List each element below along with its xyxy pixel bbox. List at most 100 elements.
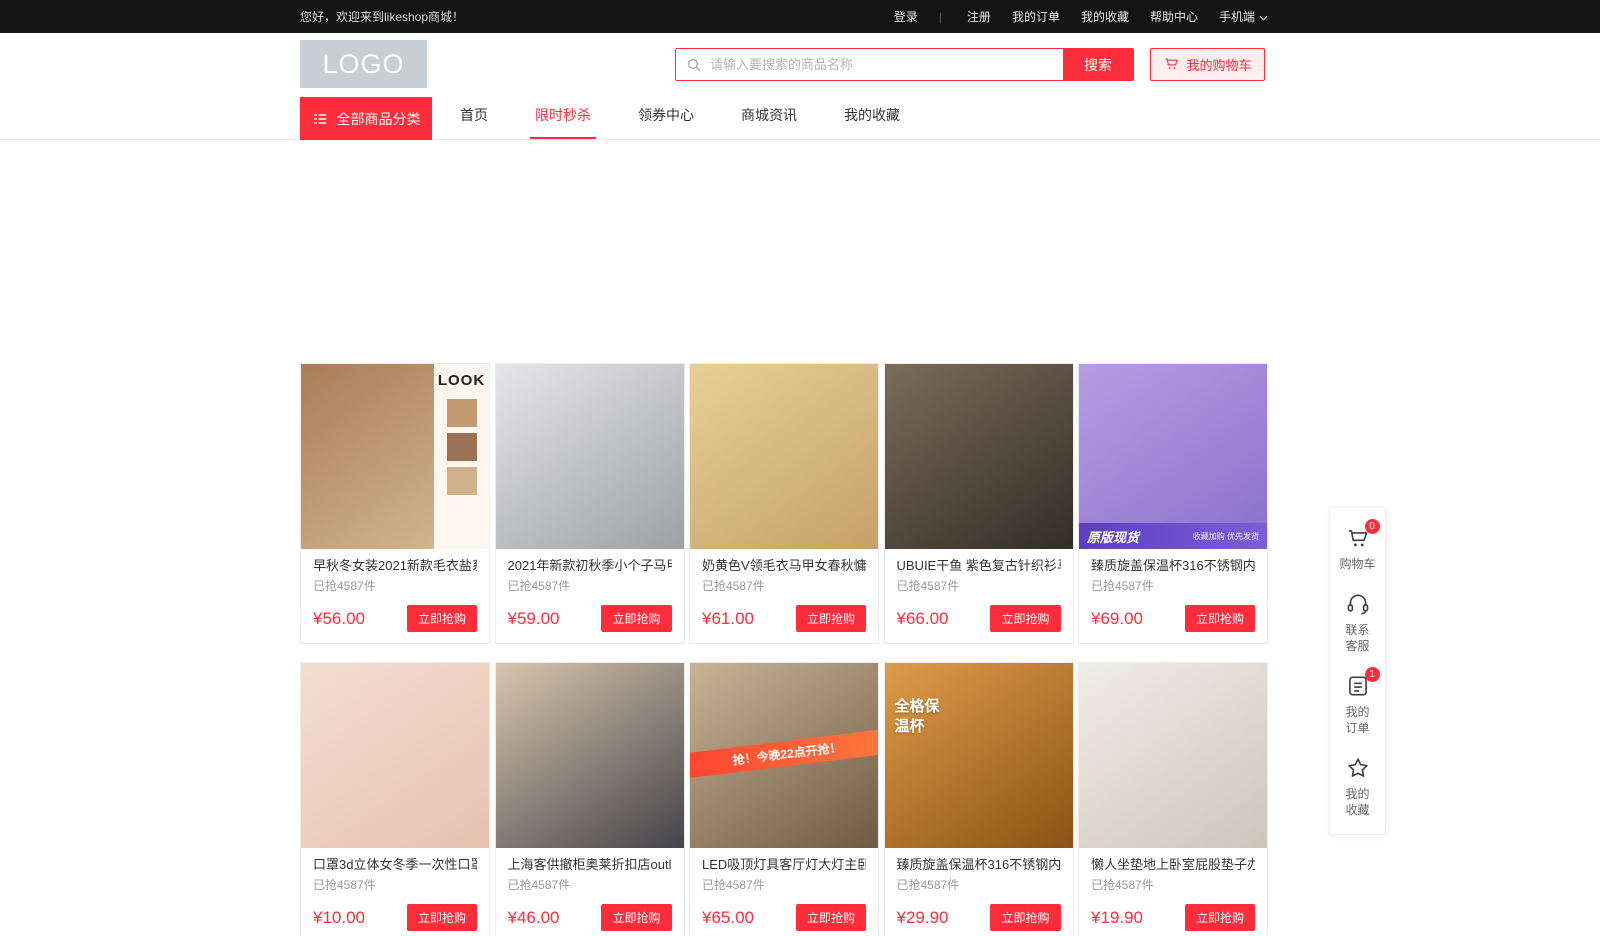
seckill-banner-area — [0, 140, 1600, 363]
all-categories-button[interactable]: 全部商品分类 — [300, 97, 432, 140]
product-title[interactable]: LED吸顶灯具客厅灯大灯主卧... — [702, 857, 866, 873]
product-sold-count: 已抢4587件 — [508, 878, 672, 893]
floating-toolbar-item[interactable]: 我的 收藏 — [1330, 746, 1385, 828]
product-sold-count: 已抢4587件 — [702, 878, 866, 893]
nav-item[interactable]: 首页 — [455, 105, 493, 139]
count-badge: 0 — [1365, 519, 1380, 534]
search-icon — [686, 57, 702, 73]
product-title[interactable]: 口罩3d立体女冬季一次性口罩 — [313, 857, 477, 873]
product-card[interactable]: 全格保温杯 臻质旋盖保温杯316不锈钢内胆... 已抢4587件 ¥29.90 … — [884, 662, 1074, 936]
main-nav: 首页 限时秒杀 领券中心 商城资讯 我的收藏 — [455, 105, 905, 139]
product-title[interactable]: 懒人坐垫地上卧室屁股垫子办... — [1091, 857, 1255, 873]
topbar: 您好，欢迎来到likeshop商城！ 登录 注册 我的订单 — [0, 0, 1600, 33]
search-bar: 搜索 — [675, 48, 1134, 81]
product-sold-count: 已抢4587件 — [313, 878, 477, 893]
product-title[interactable]: 上海客供撤柜奥莱折扣店outlets — [508, 857, 672, 873]
nav-item[interactable]: 我的收藏 — [839, 105, 905, 139]
product-image[interactable] — [496, 663, 684, 848]
product-card[interactable]: 奶黄色V领毛衣马甲女春秋慵懒... 已抢4587件 ¥61.00 立即抢购 — [689, 363, 879, 644]
product-sold-count: 已抢4587件 — [897, 579, 1061, 594]
product-price: ¥65.00 — [702, 908, 754, 928]
floating-toolbar-item[interactable]: 联系 客服 — [1330, 582, 1385, 664]
floating-toolbar-item[interactable]: 0 购物车 — [1330, 516, 1385, 582]
product-card[interactable]: UBUIE干鱼 紫色复古针织衫马... 已抢4587件 ¥66.00 立即抢购 — [884, 363, 1074, 644]
topbar-link[interactable]: 登录 — [894, 8, 918, 25]
product-image[interactable]: 原版现货 收藏加购 优先发货 — [1079, 364, 1267, 549]
buy-now-button[interactable]: 立即抢购 — [796, 904, 866, 931]
search-button[interactable]: 搜索 — [1063, 49, 1133, 80]
count-badge: 1 — [1365, 667, 1380, 682]
product-grid: LOOK 早秋冬女装2021新款毛衣盐系... 已抢4587件 ¥56.00 立… — [300, 363, 1268, 936]
product-sold-count: 已抢4587件 — [1091, 878, 1255, 893]
product-price: ¥66.00 — [897, 609, 949, 629]
product-price: ¥61.00 — [702, 609, 754, 629]
product-price: ¥69.00 — [1091, 609, 1143, 629]
product-sold-count: 已抢4587件 — [1091, 579, 1255, 594]
nav-item[interactable]: 领券中心 — [633, 105, 699, 139]
buy-now-button[interactable]: 立即抢购 — [1185, 904, 1255, 931]
product-title[interactable]: 2021年新款初秋季小个子马甲... — [508, 558, 672, 574]
nav-item[interactable]: 商城资讯 — [736, 105, 802, 139]
site-header: LOGO 搜索 我的购物车 全部商品分类 首页 限时秒杀 领券中心 商城资讯 — [0, 33, 1600, 140]
product-card[interactable]: 上海客供撤柜奥莱折扣店outlets 已抢4587件 ¥46.00 立即抢购 — [495, 662, 685, 936]
product-price: ¥59.00 — [508, 609, 560, 629]
product-price: ¥29.90 — [897, 908, 949, 928]
product-card[interactable]: 2021年新款初秋季小个子马甲... 已抢4587件 ¥59.00 立即抢购 — [495, 363, 685, 644]
floating-toolbar-item[interactable]: 1 我的 订单 — [1330, 664, 1385, 746]
product-sold-count: 已抢4587件 — [508, 579, 672, 594]
product-price: ¥19.90 — [1091, 908, 1143, 928]
floating-toolbar: 0 购物车 联系 客服 1 我的 订单 我的 收藏 — [1329, 507, 1386, 835]
product-card[interactable]: 懒人坐垫地上卧室屁股垫子办... 已抢4587件 ¥19.90 立即抢购 — [1078, 662, 1268, 936]
topbar-link[interactable]: 注册 — [939, 8, 991, 25]
topbar-link[interactable]: 我的收藏 — [1081, 8, 1129, 25]
product-image[interactable]: LOOK — [301, 364, 489, 549]
buy-now-button[interactable]: 立即抢购 — [601, 605, 671, 632]
product-price: ¥46.00 — [508, 908, 560, 928]
product-image[interactable] — [885, 364, 1073, 549]
product-card[interactable]: 抢！今晚22点开抢！ LED吸顶灯具客厅灯大灯主卧... 已抢4587件 ¥65… — [689, 662, 879, 936]
image-side-label: 全格保温杯 — [895, 697, 943, 738]
product-title[interactable]: 早秋冬女装2021新款毛衣盐系... — [313, 558, 477, 574]
search-input[interactable] — [676, 49, 1063, 80]
product-title[interactable]: 奶黄色V领毛衣马甲女春秋慵懒... — [702, 558, 866, 574]
star-icon — [1345, 755, 1371, 781]
topbar-link[interactable]: 手机端 — [1219, 8, 1268, 25]
topbar-link[interactable]: 我的订单 — [1012, 8, 1060, 25]
product-title[interactable]: 臻质旋盖保温杯316不锈钢内胆... — [1091, 558, 1255, 574]
product-price: ¥10.00 — [313, 908, 365, 928]
nav-item[interactable]: 限时秒杀 — [530, 105, 596, 139]
product-image[interactable] — [1079, 663, 1267, 848]
product-image[interactable] — [301, 663, 489, 848]
product-image[interactable] — [690, 364, 878, 549]
headset-icon — [1345, 591, 1371, 617]
welcome-text: 您好，欢迎来到likeshop商城！ — [300, 8, 464, 25]
buy-now-button[interactable]: 立即抢购 — [1185, 605, 1255, 632]
image-look-label: LOOK — [434, 364, 489, 549]
product-price: ¥56.00 — [313, 609, 365, 629]
buy-now-button[interactable]: 立即抢购 — [796, 605, 866, 632]
product-image[interactable] — [496, 364, 684, 549]
my-cart-button[interactable]: 我的购物车 — [1150, 48, 1265, 81]
buy-now-button[interactable]: 立即抢购 — [990, 605, 1060, 632]
chevron-down-icon — [1259, 10, 1268, 24]
topbar-link[interactable]: 帮助中心 — [1150, 8, 1198, 25]
product-image[interactable]: 全格保温杯 — [885, 663, 1073, 848]
product-title[interactable]: UBUIE干鱼 紫色复古针织衫马... — [897, 558, 1061, 574]
product-sold-count: 已抢4587件 — [702, 579, 866, 594]
buy-now-button[interactable]: 立即抢购 — [990, 904, 1060, 931]
site-logo[interactable]: LOGO — [300, 40, 427, 88]
buy-now-button[interactable]: 立即抢购 — [601, 904, 671, 931]
product-card[interactable]: LOOK 早秋冬女装2021新款毛衣盐系... 已抢4587件 ¥56.00 立… — [300, 363, 490, 644]
topbar-links: 登录 注册 我的订单 我的收藏 — [873, 8, 1268, 25]
buy-now-button[interactable]: 立即抢购 — [407, 904, 477, 931]
image-banner: 原版现货 收藏加购 优先发货 — [1079, 523, 1267, 549]
product-card[interactable]: 口罩3d立体女冬季一次性口罩 已抢4587件 ¥10.00 立即抢购 — [300, 662, 490, 936]
buy-now-button[interactable]: 立即抢购 — [407, 605, 477, 632]
product-sold-count: 已抢4587件 — [313, 579, 477, 594]
category-list-icon — [312, 111, 328, 127]
cart-icon — [1163, 55, 1180, 75]
product-image[interactable]: 抢！今晚22点开抢！ — [690, 663, 878, 848]
product-card[interactable]: 原版现货 收藏加购 优先发货 臻质旋盖保温杯316不锈钢内胆... 已抢4587… — [1078, 363, 1268, 644]
product-title[interactable]: 臻质旋盖保温杯316不锈钢内胆... — [897, 857, 1061, 873]
image-ribbon: 抢！今晚22点开抢！ — [690, 728, 878, 778]
